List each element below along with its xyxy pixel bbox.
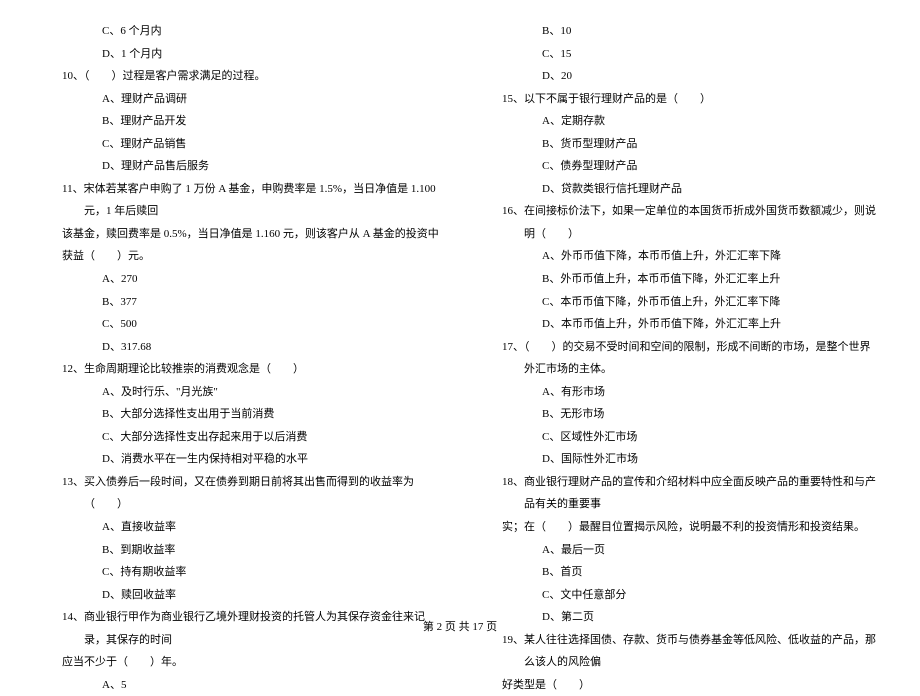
q12-stem: 12、生命周期理论比较推崇的消费观念是（ ）: [62, 358, 440, 381]
q11-option-c: C、500: [40, 313, 440, 336]
q9-option-d: D、1 个月内: [40, 43, 440, 66]
q14-stem-line2: 应当不少于（ ）年。: [62, 651, 440, 674]
q17-option-a: A、有形市场: [480, 381, 880, 404]
q10-option-b: B、理财产品开发: [40, 110, 440, 133]
q10-stem: 10、（ ）过程是客户需求满足的过程。: [62, 65, 440, 88]
q17-option-c: C、区域性外汇市场: [480, 426, 880, 449]
q11-option-b: B、377: [40, 291, 440, 314]
q12-option-b: B、大部分选择性支出用于当前消费: [40, 403, 440, 426]
q13-option-b: B、到期收益率: [40, 539, 440, 562]
q17-stem: 17、（ ）的交易不受时间和空间的限制，形成不间断的市场，是整个世界外汇市场的主…: [502, 336, 880, 381]
q16-stem: 16、在间接标价法下，如果一定单位的本国货币折成外国货币数额减少，则说明（ ）: [502, 200, 880, 245]
q15-option-c: C、债券型理财产品: [480, 155, 880, 178]
q12-option-c: C、大部分选择性支出存起来用于以后消费: [40, 426, 440, 449]
q11-stem-line2: 该基金，赎回费率是 0.5%，当日净值是 1.160 元，则该客户从 A 基金的…: [62, 223, 440, 268]
q13-option-a: A、直接收益率: [40, 516, 440, 539]
left-column: C、6 个月内 D、1 个月内 10、（ ）过程是客户需求满足的过程。 A、理财…: [40, 20, 460, 610]
q13-option-c: C、持有期收益率: [40, 561, 440, 584]
q19-stem-line2: 好类型是（ ）: [502, 674, 880, 696]
q18-stem-line2: 实；在（ ）最醒目位置揭示风险，说明最不利的投资情形和投资结果。: [502, 516, 880, 539]
q9-option-c: C、6 个月内: [40, 20, 440, 43]
q14-option-c: C、15: [480, 43, 880, 66]
page-container: C、6 个月内 D、1 个月内 10、（ ）过程是客户需求满足的过程。 A、理财…: [0, 0, 920, 610]
q15-option-b: B、货币型理财产品: [480, 133, 880, 156]
q14-option-a: A、5: [40, 674, 440, 696]
q16-option-a: A、外币币值下降，本币币值上升，外汇汇率下降: [480, 245, 880, 268]
q18-stem-line1: 18、商业银行理财产品的宣传和介绍材料中应全面反映产品的重要特性和与产品有关的重…: [502, 471, 880, 516]
q10-option-a: A、理财产品调研: [40, 88, 440, 111]
q18-option-b: B、首页: [480, 561, 880, 584]
q16-option-c: C、本币币值下降，外币币值上升，外汇汇率下降: [480, 291, 880, 314]
q12-option-a: A、及时行乐、"月光族": [40, 381, 440, 404]
q15-option-d: D、贷款类银行信托理财产品: [480, 178, 880, 201]
q11-option-d: D、317.68: [40, 336, 440, 359]
q15-option-a: A、定期存款: [480, 110, 880, 133]
q16-option-b: B、外币币值上升，本币币值下降，外汇汇率上升: [480, 268, 880, 291]
q15-stem: 15、以下不属于银行理财产品的是（ ）: [502, 88, 880, 111]
q13-option-d: D、赎回收益率: [40, 584, 440, 607]
q13-stem: 13、买入债券后一段时间，又在债券到期日前将其出售而得到的收益率为（ ）: [62, 471, 440, 516]
q10-option-c: C、理财产品销售: [40, 133, 440, 156]
q19-stem-line1: 19、某人往往选择国债、存款、货币与债券基金等低风险、低收益的产品，那么该人的风…: [502, 629, 880, 674]
page-footer: 第 2 页 共 17 页: [0, 618, 920, 634]
q14-option-b: B、10: [480, 20, 880, 43]
q18-option-a: A、最后一页: [480, 539, 880, 562]
q11-option-a: A、270: [40, 268, 440, 291]
q17-option-d: D、国际性外汇市场: [480, 448, 880, 471]
q14-option-d: D、20: [480, 65, 880, 88]
q11-stem-line1: 11、宋体若某客户申购了 1 万份 A 基金，申购费率是 1.5%，当日净值是 …: [62, 178, 440, 223]
q17-option-b: B、无形市场: [480, 403, 880, 426]
q18-option-c: C、文中任意部分: [480, 584, 880, 607]
q10-option-d: D、理财产品售后服务: [40, 155, 440, 178]
right-column: B、10 C、15 D、20 15、以下不属于银行理财产品的是（ ） A、定期存…: [460, 20, 880, 610]
q12-option-d: D、消费水平在一生内保持相对平稳的水平: [40, 448, 440, 471]
q16-option-d: D、本币币值上升，外币币值下降，外汇汇率上升: [480, 313, 880, 336]
